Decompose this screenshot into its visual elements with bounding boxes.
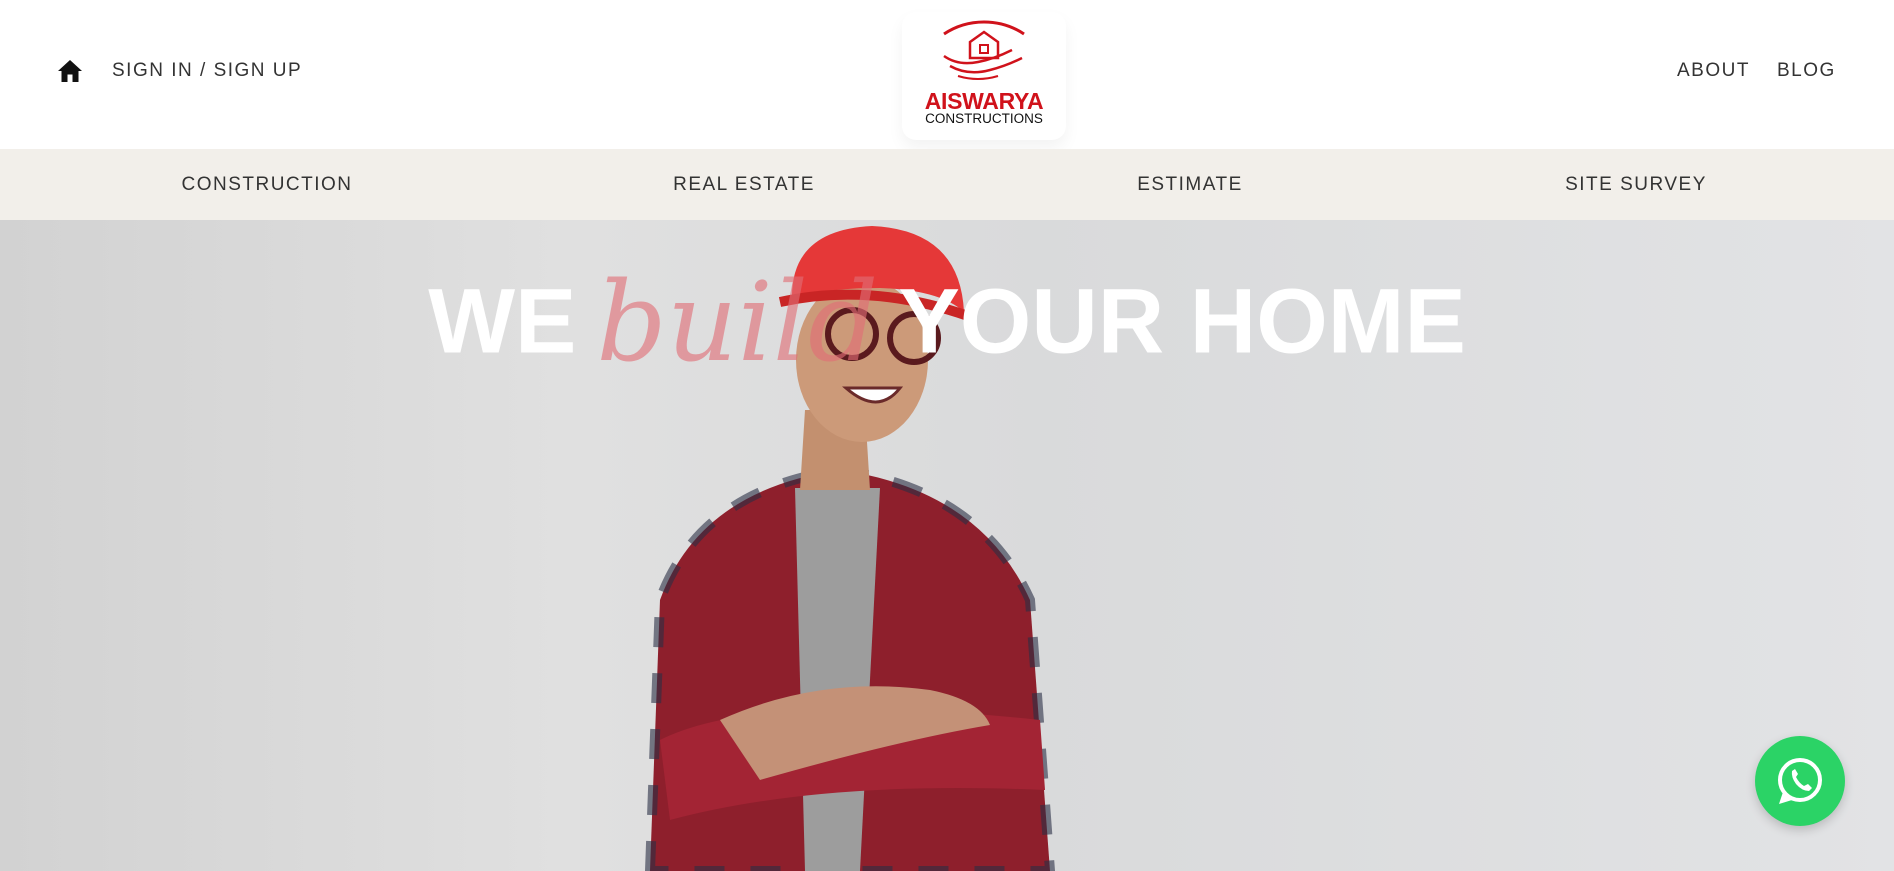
company-logo[interactable]: AISWARYA CONSTRUCTIONS	[902, 12, 1066, 140]
hero-word-build: build	[596, 258, 879, 386]
nav-construction[interactable]: CONSTRUCTION	[117, 174, 417, 196]
whatsapp-button[interactable]	[1755, 736, 1845, 826]
hero-word-we: WE	[428, 270, 577, 373]
hero-banner: WE build YOUR HOME	[0, 220, 1894, 871]
logo-subtitle: CONSTRUCTIONS	[925, 111, 1043, 126]
nav-real-estate[interactable]: REAL ESTATE	[594, 174, 894, 196]
nav-site-survey[interactable]: SITE SURVEY	[1486, 174, 1786, 196]
nav-estimate[interactable]: ESTIMATE	[1040, 174, 1340, 196]
top-header: SIGN IN / SIGN UP AISWARYA CONSTRUCTIONS…	[0, 0, 1894, 149]
blog-link[interactable]: BLOG	[1777, 60, 1836, 82]
home-icon[interactable]	[57, 58, 83, 84]
category-nav: CONSTRUCTION REAL ESTATE ESTIMATE SITE S…	[0, 149, 1894, 220]
hero-heading: WE build YOUR HOME	[0, 258, 1894, 386]
hero-word-your-home: YOUR HOME	[898, 270, 1466, 373]
sign-in-link[interactable]: SIGN IN / SIGN UP	[112, 60, 302, 82]
about-link[interactable]: ABOUT	[1677, 60, 1750, 82]
whatsapp-icon	[1778, 758, 1822, 804]
logo-house-hands-icon	[943, 20, 1025, 80]
